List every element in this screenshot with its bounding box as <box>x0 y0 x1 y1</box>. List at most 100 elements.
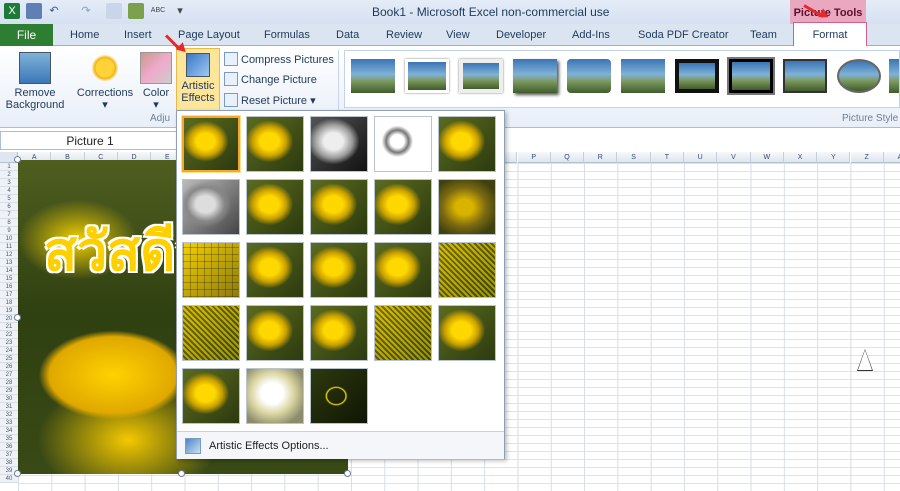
artistic-effect-option[interactable] <box>438 179 496 235</box>
row-header[interactable]: 15 <box>0 275 18 283</box>
row-header[interactable]: 32 <box>0 411 18 419</box>
artistic-effect-option[interactable] <box>182 368 240 424</box>
row-header[interactable]: 1 <box>0 163 18 171</box>
column-header[interactable]: A <box>883 152 900 163</box>
row-header[interactable]: 12 <box>0 251 18 259</box>
row-header[interactable]: 3 <box>0 179 18 187</box>
artistic-effect-option[interactable] <box>246 305 304 361</box>
tab-view[interactable]: View <box>444 24 472 46</box>
picture-style-11[interactable] <box>889 59 899 93</box>
artistic-effects-button[interactable]: Artistic Effects <box>176 48 220 114</box>
compress-pictures-button[interactable]: Compress Pictures <box>224 50 334 70</box>
column-header[interactable]: W <box>750 152 784 163</box>
tab-formulas[interactable]: Formulas <box>262 24 312 46</box>
tab-data[interactable]: Data <box>334 24 361 46</box>
artistic-effect-option[interactable] <box>438 305 496 361</box>
column-header[interactable]: Y <box>817 152 851 163</box>
row-header[interactable]: 36 <box>0 443 18 451</box>
column-header[interactable]: X <box>783 152 818 163</box>
row-header[interactable]: 38 <box>0 459 18 467</box>
column-header[interactable]: S <box>617 152 651 163</box>
quick-access-icon[interactable] <box>106 3 122 19</box>
artistic-effect-option[interactable] <box>182 305 240 361</box>
artistic-effect-option[interactable] <box>310 179 368 235</box>
tab-format[interactable]: Format <box>793 22 867 47</box>
tab-insert[interactable]: Insert <box>122 24 154 46</box>
row-header[interactable]: 33 <box>0 419 18 427</box>
row-header[interactable]: 27 <box>0 371 18 379</box>
artistic-effect-option[interactable] <box>246 368 304 424</box>
artistic-effect-option[interactable] <box>310 116 368 172</box>
row-header[interactable]: 30 <box>0 395 18 403</box>
redo-icon[interactable]: ↷ <box>78 3 94 19</box>
column-header[interactable]: Z <box>850 152 884 163</box>
remove-background-button[interactable]: Remove Background <box>4 52 66 111</box>
artistic-effect-option[interactable] <box>182 179 240 235</box>
column-header[interactable]: V <box>717 152 751 163</box>
row-header[interactable]: 9 <box>0 227 18 235</box>
tab-home[interactable]: Home <box>68 24 101 46</box>
row-header[interactable]: 29 <box>0 387 18 395</box>
row-header[interactable]: 22 <box>0 331 18 339</box>
artistic-effect-option[interactable] <box>374 305 432 361</box>
row-header[interactable]: 25 <box>0 355 18 363</box>
artistic-effect-option[interactable] <box>374 242 432 298</box>
artistic-effect-option[interactable] <box>310 368 368 424</box>
save-icon[interactable] <box>26 3 42 19</box>
picture-style-3[interactable] <box>459 59 503 93</box>
tab-page-layout[interactable]: Page Layout <box>176 24 242 46</box>
name-box[interactable]: Picture 1 <box>0 131 180 150</box>
row-header[interactable]: 28 <box>0 379 18 387</box>
column-header[interactable]: R <box>584 152 618 163</box>
row-header[interactable]: 26 <box>0 363 18 371</box>
artistic-effect-option[interactable] <box>310 305 368 361</box>
picture-style-5[interactable] <box>567 59 611 93</box>
reset-picture-button[interactable]: Reset Picture ▾ <box>224 91 316 111</box>
row-header[interactable]: 35 <box>0 435 18 443</box>
row-header[interactable]: 18 <box>0 299 18 307</box>
resize-handle-bottom-left[interactable] <box>14 470 21 477</box>
row-header[interactable]: 10 <box>0 235 18 243</box>
row-header[interactable]: 5 <box>0 195 18 203</box>
picture-style-9[interactable] <box>783 59 827 93</box>
artistic-effect-option[interactable] <box>246 116 304 172</box>
corrections-button[interactable]: Corrections ▾ <box>74 52 136 111</box>
artistic-effect-option[interactable] <box>374 116 432 172</box>
tab-add-ins[interactable]: Add-Ins <box>570 24 612 46</box>
column-header[interactable]: T <box>650 152 684 163</box>
resize-handle-left[interactable] <box>14 314 21 321</box>
artistic-effect-option[interactable] <box>310 242 368 298</box>
row-header[interactable]: 6 <box>0 203 18 211</box>
row-header[interactable]: 31 <box>0 403 18 411</box>
row-header[interactable]: 8 <box>0 219 18 227</box>
artistic-effect-option[interactable] <box>246 242 304 298</box>
artistic-effect-option[interactable] <box>374 179 432 235</box>
row-header[interactable]: 2 <box>0 171 18 179</box>
row-header[interactable]: 37 <box>0 451 18 459</box>
chart-icon[interactable] <box>128 3 144 19</box>
picture-style-1[interactable] <box>351 59 395 93</box>
row-header[interactable]: 21 <box>0 323 18 331</box>
artistic-effects-options-item[interactable]: Artistic Effects Options... <box>177 431 504 459</box>
artistic-effect-option[interactable] <box>182 116 240 172</box>
customize-quick-access-icon[interactable]: ▾ <box>172 3 188 19</box>
artistic-effect-option[interactable] <box>438 242 496 298</box>
row-header[interactable]: 4 <box>0 187 18 195</box>
row-header[interactable]: 11 <box>0 243 18 251</box>
picture-style-4[interactable] <box>513 59 557 93</box>
column-header[interactable]: U <box>684 152 718 163</box>
picture-style-10[interactable] <box>837 59 881 93</box>
resize-handle-bottom-center[interactable] <box>178 470 185 477</box>
resize-handle-bottom-right[interactable] <box>344 470 351 477</box>
artistic-effect-option[interactable] <box>246 179 304 235</box>
color-button[interactable]: Color ▾ <box>138 52 174 111</box>
picture-style-6[interactable] <box>621 59 665 93</box>
row-header[interactable]: 17 <box>0 291 18 299</box>
row-header[interactable]: 34 <box>0 427 18 435</box>
picture-style-8[interactable] <box>729 59 773 93</box>
column-header[interactable]: P <box>517 152 551 163</box>
row-header[interactable]: 7 <box>0 211 18 219</box>
tab-team[interactable]: Team <box>748 24 779 46</box>
column-header[interactable]: Q <box>550 152 585 163</box>
spelling-icon[interactable]: ABC <box>150 3 166 19</box>
